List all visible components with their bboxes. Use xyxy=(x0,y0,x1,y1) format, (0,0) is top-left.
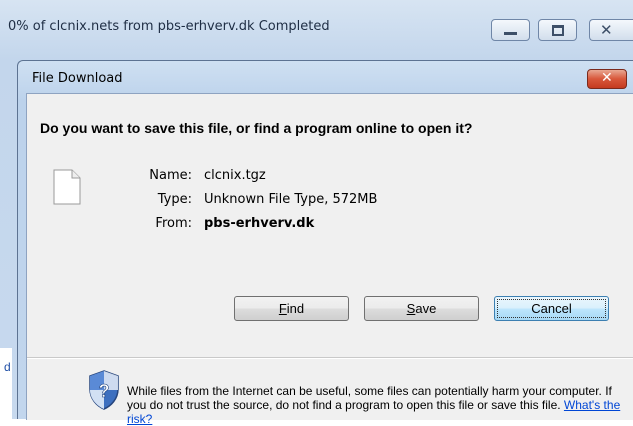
dialog-close-button[interactable]: ✕ xyxy=(587,69,627,89)
save-button-label: Save xyxy=(406,301,437,316)
file-name-value: clcnix.tgz xyxy=(204,168,266,183)
separator xyxy=(27,357,633,359)
from-label: From: xyxy=(155,216,192,231)
close-icon: ✕ xyxy=(601,70,613,86)
maximize-button[interactable] xyxy=(538,19,577,41)
name-label: Name: xyxy=(149,168,192,183)
dialog-client-area: Do you want to save this file, or find a… xyxy=(26,93,633,426)
file-from-value: pbs-erhverv.dk xyxy=(204,216,315,231)
svg-text:?: ? xyxy=(99,381,110,401)
progress-window-body xyxy=(0,348,12,419)
file-type-value: Unknown File Type, 572MB xyxy=(204,192,378,207)
warning-text: While files from the Internet can be use… xyxy=(127,384,612,412)
shield-icon: ? xyxy=(89,370,119,410)
save-button[interactable]: Save xyxy=(364,296,479,321)
find-button[interactable]: Find xyxy=(234,296,349,321)
progress-close-button[interactable]: ✕ xyxy=(589,19,633,41)
warning-message: While files from the Internet can be use… xyxy=(127,384,632,426)
type-label: Type: xyxy=(157,192,192,207)
minimize-icon xyxy=(504,32,517,35)
close-icon: ✕ xyxy=(600,21,613,39)
focus-rect xyxy=(497,299,606,318)
file-icon xyxy=(53,169,81,205)
dialog-title: File Download xyxy=(32,71,123,86)
progress-window-title: 0% of clcnix.nets from pbs-erhverv.dk Co… xyxy=(8,19,330,34)
cancel-button[interactable]: Cancel xyxy=(494,296,609,321)
minimize-button[interactable] xyxy=(491,19,530,41)
maximize-icon xyxy=(552,25,564,36)
progress-window-text: d xyxy=(4,360,11,374)
file-download-dialog: File Download ✕ Do you want to save this… xyxy=(17,60,633,426)
find-button-label: Find xyxy=(278,301,305,316)
dialog-question: Do you want to save this file, or find a… xyxy=(40,120,473,136)
